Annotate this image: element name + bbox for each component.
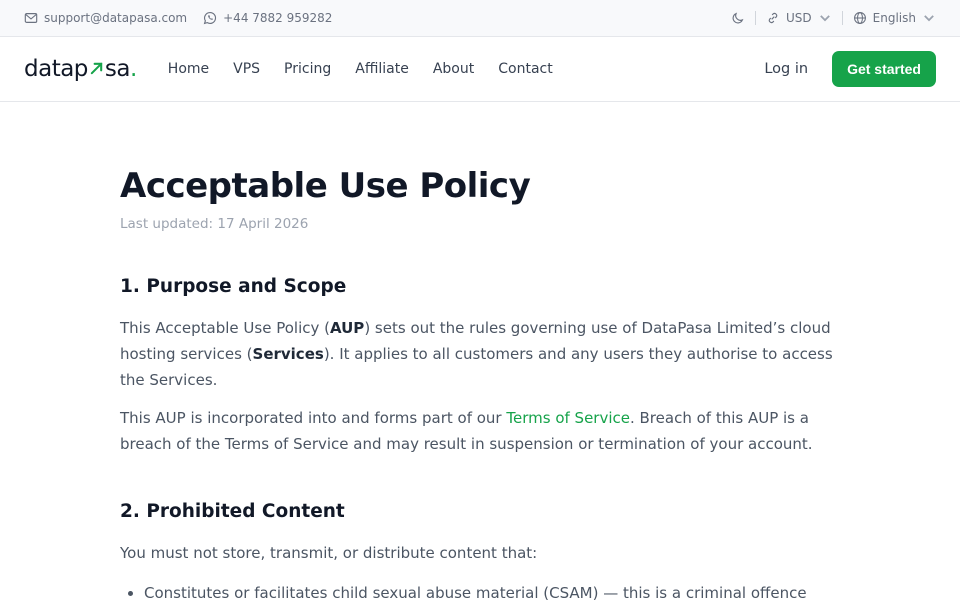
language-select[interactable]: English <box>853 11 936 25</box>
link-icon <box>768 12 778 24</box>
prohibited-intro: You must not store, transmit, or distrib… <box>120 544 538 562</box>
nav-pricing[interactable]: Pricing <box>284 61 331 77</box>
nav-affiliate[interactable]: Affiliate <box>355 61 409 77</box>
term-aup: AUP <box>329 319 365 337</box>
last-updated: Last updated: 17 April 2026 <box>120 216 309 232</box>
nav-home[interactable]: Home <box>168 61 209 77</box>
chevron-down-icon <box>924 15 934 22</box>
policy-content: Acceptable Use Policy Last updated: 17 A… <box>120 160 840 600</box>
nav-vps[interactable]: VPS <box>233 61 260 77</box>
email-link[interactable]: support@datapasa.com <box>24 11 187 25</box>
list-item: Constitutes or facilitates child sexual … <box>144 580 840 600</box>
terms-of-service-link[interactable]: Terms of Service <box>506 409 630 427</box>
language-value: English <box>872 11 916 25</box>
logo-dot: . <box>129 56 137 82</box>
text: This Acceptable Use Policy ( <box>120 319 330 337</box>
nav-links: Home VPS Pricing Affiliate About Contact <box>168 61 553 77</box>
phone-text: +44 7882 959282 <box>223 11 333 25</box>
arrow-logo-icon <box>89 61 104 76</box>
login-link[interactable]: Log in <box>764 61 808 77</box>
divider <box>841 11 843 25</box>
globe-icon <box>853 12 866 24</box>
prohibited-list: Constitutes or facilitates child sexual … <box>120 580 840 600</box>
top-bar-controls: USD English <box>731 11 936 25</box>
phone-link[interactable]: +44 7882 959282 <box>203 11 332 25</box>
page-title: Acceptable Use Policy <box>120 166 531 206</box>
whatsapp-icon <box>203 12 217 25</box>
get-started-button[interactable]: Get started <box>832 51 936 87</box>
chevron-down-icon <box>819 15 830 22</box>
currency-value: USD <box>786 11 812 25</box>
purpose-paragraph-1: This Acceptable Use Policy (AUP) sets ou… <box>120 315 840 393</box>
contact-info: support@datapasa.com +44 7882 959282 <box>24 11 332 25</box>
section-heading-purpose: 1. Purpose and Scope <box>120 276 347 297</box>
currency-select[interactable]: USD <box>766 11 832 25</box>
moon-icon <box>732 12 744 24</box>
theme-toggle[interactable] <box>731 11 745 25</box>
divider <box>755 11 757 25</box>
mail-icon <box>24 13 38 23</box>
text: This AUP is incorporated into and forms … <box>120 409 507 427</box>
section-heading-prohibited: 2. Prohibited Content <box>120 501 345 522</box>
top-bar: support@datapasa.com +44 7882 959282 USD… <box>0 0 960 37</box>
logo-text-left: datap <box>24 56 88 82</box>
logo[interactable]: datap sa . <box>24 56 137 82</box>
purpose-paragraph-2: This AUP is incorporated into and forms … <box>120 405 840 457</box>
term-services: Services <box>252 345 324 363</box>
logo-text-right: sa <box>104 56 131 82</box>
main-nav: datap sa . Home VPS Pricing Affiliate Ab… <box>0 37 960 102</box>
nav-actions: Log in Get started <box>764 51 936 87</box>
nav-contact[interactable]: Contact <box>498 61 552 77</box>
email-text: support@datapasa.com <box>44 11 188 25</box>
nav-about[interactable]: About <box>433 61 474 77</box>
